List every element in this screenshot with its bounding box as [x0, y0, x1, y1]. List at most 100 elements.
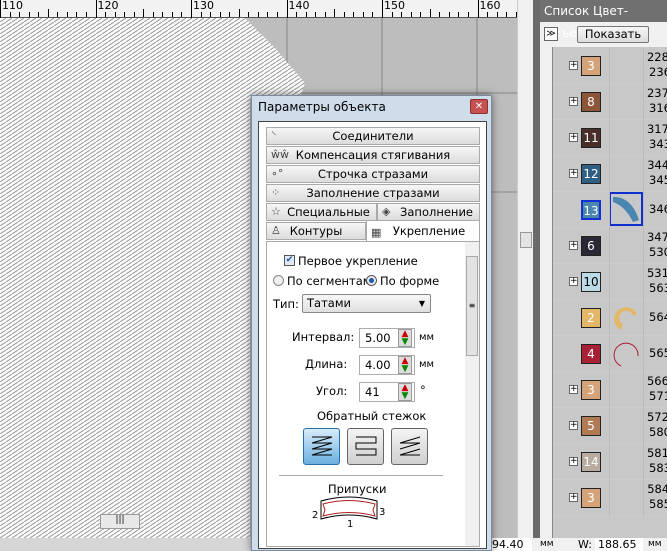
tab-fill[interactable]: ◈ Заполнение: [377, 203, 480, 221]
close-button[interactable]: ✕: [470, 99, 488, 114]
expand-icon[interactable]: +: [569, 61, 578, 70]
ruler-tick: [315, 12, 317, 17]
collapse-icon[interactable]: ≫: [544, 27, 558, 41]
expand-icon[interactable]: +: [569, 421, 578, 430]
length-spinner[interactable]: ▲ ▼: [398, 356, 412, 374]
contour-icon: ♙: [271, 224, 281, 237]
by-shape-radio[interactable]: [366, 275, 377, 286]
w-unit: мм: [648, 539, 662, 549]
ruler-tick: [210, 12, 212, 17]
backstitch-diagonal-button[interactable]: [391, 428, 428, 465]
first-underlay-label: Первое укрепление: [298, 254, 418, 268]
expand-icon[interactable]: +: [569, 277, 578, 286]
allowances-diagram: 2 3 1: [312, 496, 385, 530]
object-parameters-dialog: Параметры объекта ✕ ⸌ Соединители ŵŵ Компе…: [251, 95, 492, 551]
rhinestone-fill-icon: ⁘: [271, 186, 281, 199]
expand-icon[interactable]: +: [569, 133, 578, 142]
by-segments-radio[interactable]: [273, 275, 284, 286]
expand-icon[interactable]: +: [569, 457, 578, 466]
expand-icon[interactable]: +: [569, 97, 578, 106]
horizontal-scroll-thumb[interactable]: |||: [100, 514, 140, 529]
list-item[interactable]: +14 581- 583: [553, 444, 667, 480]
length-unit: мм: [419, 359, 435, 370]
scroll-thumb[interactable]: ≡: [466, 256, 478, 356]
object-thumbnail[interactable]: [611, 340, 641, 368]
splitter[interactable]: [533, 0, 540, 551]
color-object-panel: Список Цвет-Объект ≫ Показать +3 228- 236…: [540, 0, 667, 538]
color-swatch: 13: [581, 200, 601, 220]
tab-pull-compensation[interactable]: ŵŵ Компенсация стягивания: [266, 146, 480, 164]
ruler-tick: [171, 12, 173, 17]
object-thumbnail[interactable]: [611, 304, 641, 332]
ruler-tick: [57, 12, 59, 17]
angle-unit: °: [420, 383, 426, 397]
tab-rhinestone-fill[interactable]: ⁘ Заполнение стразами: [266, 184, 480, 202]
ruler-tick: [448, 12, 450, 17]
vertical-scrollbar[interactable]: [517, 0, 533, 538]
list-item[interactable]: +3 566- 571: [553, 372, 667, 408]
tab-label: Заполнение стразами: [306, 186, 440, 200]
ruler-tick: [38, 12, 40, 17]
pull-comp-icon: ŵŵ: [271, 148, 289, 161]
w-field[interactable]: 188.65: [595, 538, 643, 551]
show-button[interactable]: Показать: [577, 26, 649, 43]
tab-label: Соединители: [332, 129, 414, 143]
list-item[interactable]: +6 347- 530: [553, 228, 667, 264]
underlay-icon: ▦: [371, 226, 382, 239]
ruler-tick: [238, 9, 240, 17]
list-item[interactable]: 13 346: [553, 192, 667, 228]
type-value: Татами: [307, 296, 351, 310]
allowances-label: Припуски: [328, 482, 387, 496]
tab-contours[interactable]: ♙ Контуры: [266, 222, 366, 240]
ruler-tick: [85, 12, 87, 17]
ruler-tick: [487, 12, 489, 17]
expand-icon[interactable]: +: [569, 241, 578, 250]
expand-icon[interactable]: +: [569, 493, 578, 502]
list-item[interactable]: 4 565: [553, 336, 667, 372]
ruler-tick: [334, 9, 336, 17]
tab-special[interactable]: ☆ Специальные: [266, 203, 377, 221]
list-item[interactable]: +3 228- 236: [553, 48, 667, 84]
star-icon: ☆: [271, 205, 281, 218]
object-thumbnail[interactable]: [609, 192, 643, 226]
list-item[interactable]: 2 564: [553, 300, 667, 336]
ruler-tick: [401, 12, 403, 17]
interval-unit: мм: [419, 332, 435, 343]
ruler-tick: [296, 12, 298, 17]
ruler-tick: [458, 12, 460, 17]
expand-icon[interactable]: +: [569, 169, 578, 178]
tab-label: Заполнение: [400, 205, 473, 219]
object-range: 564: [649, 310, 667, 324]
vertical-scrollbar[interactable]: ≡: [465, 242, 479, 546]
ruler-tick: [362, 12, 364, 17]
type-select[interactable]: Татами ▼: [302, 294, 431, 313]
first-underlay-checkbox[interactable]: ✔: [284, 255, 295, 266]
ruler-tick: [162, 12, 164, 17]
ruler-tick: [219, 12, 221, 17]
object-range: 237- 316: [646, 86, 667, 115]
ruler-tick: [305, 12, 307, 17]
angle-spinner[interactable]: ▲ ▼: [398, 383, 412, 401]
list-item[interactable]: +11 317- 343: [553, 120, 667, 156]
ruler-tick: [124, 12, 126, 17]
tab-rhinestone-line[interactable]: ∘° Строчка стразами: [266, 165, 480, 183]
list-item[interactable]: +5 572- 580: [553, 408, 667, 444]
backstitch-zigzag-button[interactable]: [303, 428, 340, 465]
list-item[interactable]: +12 344, 345: [553, 156, 667, 192]
tab-underlay[interactable]: ▦ Укрепление: [366, 220, 480, 241]
list-item[interactable]: +10 531- 563: [553, 264, 667, 300]
expand-icon[interactable]: +: [569, 385, 578, 394]
list-item[interactable]: +8 237- 316: [553, 84, 667, 120]
object-range: 566- 571: [646, 374, 667, 403]
x-field[interactable]: 94.40: [492, 538, 532, 551]
underlay-page: ≡ ✔ Первое укрепление По сегментам По фо…: [266, 241, 480, 547]
color-object-list[interactable]: +3 228- 236 +8 237- 316 +11 317- 343 +12 344, 3…: [552, 47, 667, 538]
tab-connectors[interactable]: ⸌ Соединители: [266, 127, 480, 145]
ruler-tick: [343, 12, 345, 17]
object-range: 346: [649, 202, 667, 216]
backstitch-square-button[interactable]: [347, 428, 384, 465]
length-label: Длина:: [305, 357, 348, 371]
interval-spinner[interactable]: ▲ ▼: [398, 329, 412, 347]
scroll-thumb[interactable]: [520, 232, 532, 248]
list-item[interactable]: +3 584, 585: [553, 480, 667, 516]
